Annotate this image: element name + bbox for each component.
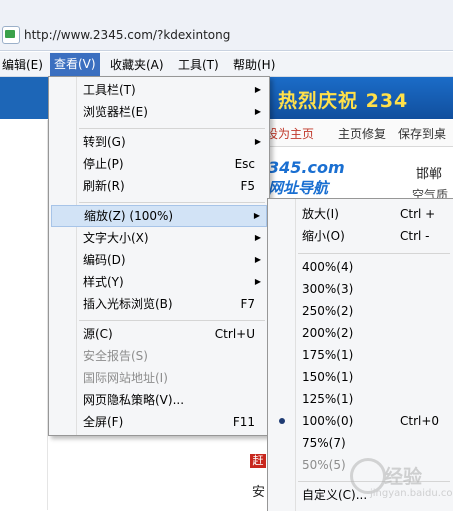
menu-item-toolbars[interactable]: 工具栏(T) ▶ <box>51 79 267 101</box>
zoom-150-item[interactable]: 150%(1) <box>270 366 453 388</box>
weather-city: 邯郸 <box>416 167 443 182</box>
site-logo-subtext: 网址导航 <box>268 179 329 197</box>
menu-favorites[interactable]: 收藏夹(A) <box>106 56 168 74</box>
menu-separator <box>79 202 265 203</box>
zoom-300-item[interactable]: 300%(3) <box>270 278 453 300</box>
save-desktop-link[interactable]: 保存到桌 <box>398 125 446 142</box>
page-text-fragment: 安 <box>252 485 266 500</box>
menu-separator <box>79 320 265 321</box>
site-favicon-icon <box>2 26 20 44</box>
menu-item-caret-browsing[interactable]: 插入光标浏览(B) F7 <box>51 293 267 315</box>
site-logo-text: 345.com <box>268 158 345 177</box>
menu-item-zoom[interactable]: 缩放(Z) (100%) ▶ <box>51 205 267 227</box>
menu-item-text-size[interactable]: 文字大小(X) ▶ <box>51 227 267 249</box>
banner-text: 热烈庆祝 234 <box>278 90 409 112</box>
baidu-jingyan-watermark: 经验 jingyan.baidu.com <box>350 448 453 504</box>
page-left-column <box>0 120 48 510</box>
view-menu: 工具栏(T) ▶ 浏览器栏(E) ▶ 转到(G) ▶ 停止(P) Esc 刷新(R) F5… <box>48 76 270 436</box>
zoom-out-item[interactable]: 缩小(O) Ctrl - <box>270 225 453 247</box>
zoom-in-item[interactable]: 放大(I) Ctrl + <box>270 203 453 225</box>
zoom-175-item[interactable]: 175%(1) <box>270 344 453 366</box>
menu-item-explorer-bars[interactable]: 浏览器栏(E) ▶ <box>51 101 267 123</box>
menu-tools[interactable]: 工具(T) <box>174 56 223 74</box>
menu-view[interactable]: 查看(V) <box>50 53 100 76</box>
page-toolbar-strip: 设为主页 主页修复 保存到桌 <box>266 120 453 147</box>
zoom-125-item[interactable]: 125%(1) <box>270 388 453 410</box>
menu-help[interactable]: 帮助(H) <box>229 56 279 74</box>
menu-item-source[interactable]: 源(C) Ctrl+U <box>51 323 267 345</box>
set-home-link[interactable]: 设为主页 <box>266 125 314 142</box>
menu-edit[interactable]: 编辑(E) <box>0 56 47 74</box>
submenu-arrow-icon: ▶ <box>254 255 261 264</box>
menu-item-intl-address: 国际网站地址(I) <box>83 371 168 385</box>
menu-item-refresh[interactable]: 刷新(R) F5 <box>51 175 267 197</box>
zoom-200-item[interactable]: 200%(2) <box>270 322 453 344</box>
menu-item-style[interactable]: 样式(Y) ▶ <box>51 271 267 293</box>
watermark-url: jingyan.baidu.com <box>370 488 453 499</box>
submenu-arrow-icon: ▶ <box>254 277 261 286</box>
menu-item-goto[interactable]: 转到(G) ▶ <box>51 131 267 153</box>
page-banner: 热烈庆祝 234 <box>266 77 453 119</box>
radio-checked-icon <box>279 418 285 424</box>
menu-separator <box>79 128 265 129</box>
zoom-400-item[interactable]: 400%(4) <box>270 256 453 278</box>
menu-item-fullscreen[interactable]: 全屏(F) F11 <box>51 411 267 433</box>
menu-item-privacy-policy[interactable]: 网页隐私策略(V)... <box>51 389 267 411</box>
submenu-arrow-icon: ▶ <box>254 233 261 242</box>
watermark-text: 经验 <box>384 466 423 488</box>
submenu-arrow-icon: ▶ <box>254 137 261 146</box>
menu-item-stop[interactable]: 停止(P) Esc <box>51 153 267 175</box>
submenu-arrow-icon: ▶ <box>254 85 261 94</box>
menu-separator <box>298 253 450 254</box>
address-url[interactable]: http://www.2345.com/?kdexintong <box>24 28 230 42</box>
page-red-badge: 赶 <box>250 454 266 468</box>
menu-item-security-report: 安全报告(S) <box>83 349 148 363</box>
zoom-100-item[interactable]: 100%(0) Ctrl+0 <box>270 410 453 432</box>
submenu-arrow-icon: ▶ <box>254 107 261 116</box>
zoom-250-item[interactable]: 250%(2) <box>270 300 453 322</box>
submenu-arrow-icon: ▶ <box>253 211 260 220</box>
menu-item-encoding[interactable]: 编码(D) ▶ <box>51 249 267 271</box>
menubar: 编辑(E) 查看(V) 收藏夹(A) 工具(T) 帮助(H) <box>0 52 453 77</box>
address-bar: http://www.2345.com/?kdexintong <box>0 0 453 51</box>
home-repair-link[interactable]: 主页修复 <box>338 125 386 142</box>
